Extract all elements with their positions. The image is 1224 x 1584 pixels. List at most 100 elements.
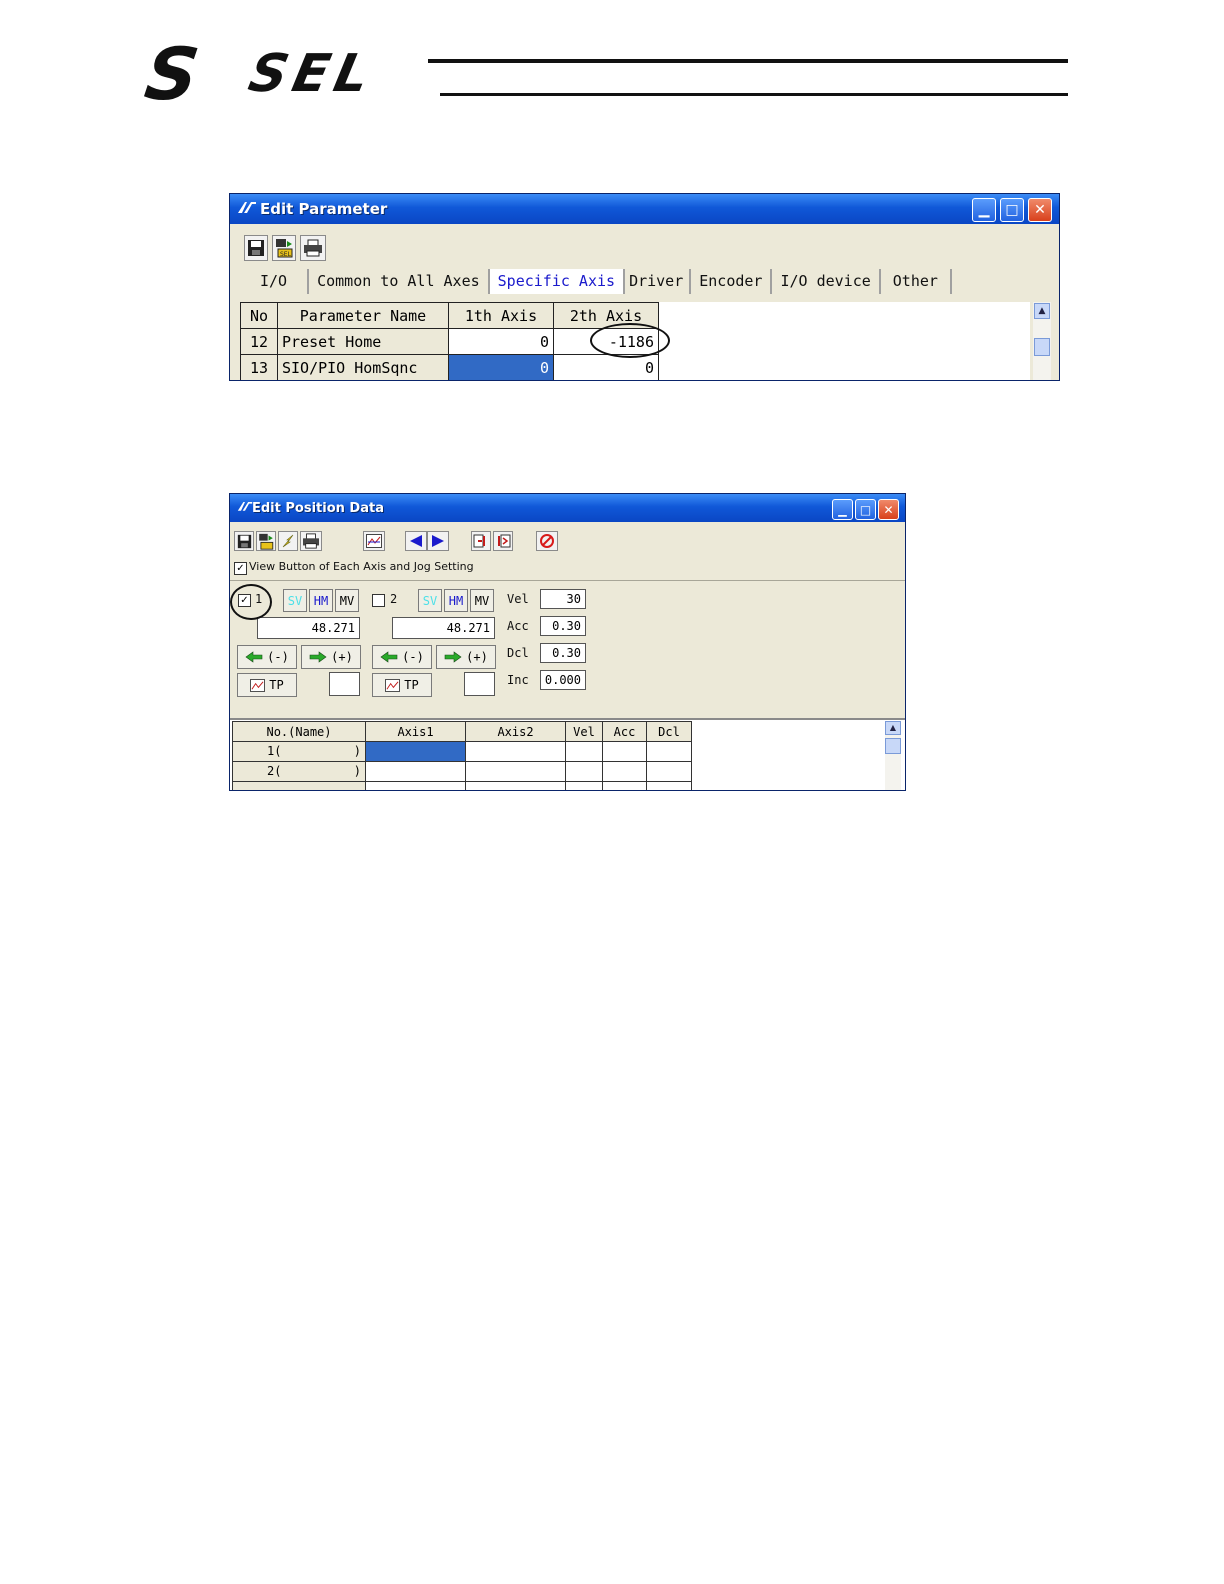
scroll-thumb[interactable] (885, 738, 901, 754)
axis1-jog-plus-button[interactable]: (+) (301, 645, 361, 669)
cell-acc[interactable] (602, 741, 647, 762)
servo-off-button[interactable] (493, 531, 513, 551)
sel-logo: S SEL (140, 32, 446, 116)
axis1-mv-button[interactable]: MV (335, 589, 359, 612)
view-buttons-checkbox[interactable]: ✓ (234, 562, 247, 575)
acc-label: Acc (507, 619, 529, 633)
cell-vel[interactable] (565, 781, 603, 790)
edit-position-data-window: Edit Position Data ▁ □ ✕ ✓ View Button o… (229, 493, 906, 791)
sel-transfer-button[interactable] (256, 531, 276, 551)
vertical-scrollbar[interactable]: ▲ (1033, 302, 1051, 380)
inc-field[interactable]: 0.000 (540, 670, 586, 690)
tab-io-device[interactable]: I/O device (772, 269, 881, 294)
cell-axis1[interactable] (365, 761, 466, 782)
save-button[interactable] (244, 235, 268, 261)
axis1-hm-button[interactable]: HM (309, 589, 333, 612)
table-row (232, 781, 692, 790)
graph-button[interactable] (363, 531, 385, 551)
axis2-tp-label: TP (404, 678, 419, 692)
cell-axis1[interactable]: 0 (448, 328, 554, 355)
sel-transfer-icon: SEL (276, 239, 293, 258)
table-row: 2() (232, 761, 692, 782)
row-name: SIO/PIO HomSqnc (277, 354, 449, 380)
divider (230, 580, 905, 581)
axis1-position-field[interactable]: 48.271 (257, 617, 360, 639)
cell-acc[interactable] (602, 781, 647, 790)
axis2-jog-plus-button[interactable]: (+) (436, 645, 496, 669)
axis1-tp-button[interactable]: TP (237, 673, 297, 697)
cell-axis2[interactable]: 0 (553, 354, 659, 380)
cell-axis2[interactable] (465, 781, 566, 790)
acc-field[interactable]: 0.30 (540, 616, 586, 636)
cell-vel[interactable] (565, 741, 603, 762)
scroll-up-icon[interactable]: ▲ (885, 721, 901, 735)
cell-axis1[interactable] (365, 781, 466, 790)
tab-specific-axis[interactable]: Specific Axis (489, 269, 626, 294)
cell-dcl[interactable] (646, 741, 692, 762)
tab-common-to-all-axes[interactable]: Common to All Axes (309, 269, 490, 294)
tab-encoder[interactable]: Encoder (691, 269, 773, 294)
cell-axis2[interactable] (465, 741, 566, 762)
position-grid: No.(Name) Axis1 Axis2 Vel Acc Dcl 1() 2(… (230, 718, 905, 790)
scroll-thumb[interactable] (1034, 338, 1050, 356)
cell-vel[interactable] (565, 761, 603, 782)
vertical-scrollbar[interactable]: ▲ (885, 721, 901, 790)
close-button[interactable]: ✕ (878, 499, 899, 520)
axis2-sv-button[interactable]: SV (418, 589, 442, 612)
maximize-button[interactable]: □ (855, 499, 876, 520)
tab-driver[interactable]: Driver (625, 269, 692, 294)
axis1-tp-field[interactable] (329, 672, 360, 696)
dcl-field[interactable]: 0.30 (540, 643, 586, 663)
save-button[interactable] (234, 531, 254, 551)
grid-header-row: No.(Name) Axis1 Axis2 Vel Acc Dcl (232, 721, 692, 742)
graph-icon (250, 678, 266, 692)
axis1-sv-button[interactable]: SV (283, 589, 307, 612)
axis2-tp-field[interactable] (464, 672, 495, 696)
maximize-button[interactable]: □ (1000, 198, 1024, 222)
print-icon (304, 239, 322, 257)
axis2-mv-button[interactable]: MV (470, 589, 494, 612)
highlight-oval (230, 584, 272, 620)
cell-dcl[interactable] (646, 761, 692, 782)
print-button[interactable] (300, 235, 326, 261)
save-icon (237, 534, 251, 548)
sel-transfer-button[interactable]: SEL (272, 235, 296, 261)
tab-io[interactable]: I/O (240, 269, 310, 294)
scroll-up-icon[interactable]: ▲ (1034, 303, 1050, 319)
cell-axis1-selected[interactable]: 0 (448, 354, 554, 380)
svg-text:SEL: SEL (280, 251, 292, 258)
next-button[interactable] (427, 531, 449, 551)
cell-dcl[interactable] (646, 781, 692, 790)
title-bar: Edit Position Data ▁ □ ✕ (230, 494, 905, 522)
axis2-position-field[interactable]: 48.271 (392, 617, 495, 639)
cell-acc[interactable] (602, 761, 647, 782)
row-name-close: ) (353, 764, 361, 778)
tab-other[interactable]: Other (881, 269, 952, 294)
cell-axis1-selected[interactable] (365, 741, 466, 762)
minimize-button[interactable]: ▁ (832, 499, 853, 520)
run-button[interactable] (278, 531, 298, 551)
close-icon: ✕ (883, 502, 894, 517)
sel-transfer-icon (259, 533, 274, 550)
grid-header-row: No Parameter Name 1th Axis 2th Axis (240, 302, 659, 329)
vel-field[interactable]: 30 (540, 589, 586, 609)
window-title: Edit Parameter (260, 200, 388, 218)
cell-axis2[interactable] (465, 761, 566, 782)
axis1-jog-minus-button[interactable]: (-) (237, 645, 297, 669)
axis2-hm-button[interactable]: HM (444, 589, 468, 612)
axis2-jog-plus-label: (+) (466, 650, 488, 664)
col-no-name: No.(Name) (232, 721, 366, 742)
servo-on-button[interactable] (471, 531, 491, 551)
servo-on-icon (473, 534, 485, 548)
row-no-name (232, 781, 366, 790)
row-no-name: 2() (232, 761, 366, 782)
stop-button[interactable] (536, 531, 558, 551)
axis2-checkbox[interactable] (372, 594, 385, 607)
print-button[interactable] (300, 531, 322, 551)
logo-sel: SEL (243, 44, 381, 104)
previous-button[interactable] (405, 531, 427, 551)
minimize-button[interactable]: ▁ (972, 198, 996, 222)
axis2-tp-button[interactable]: TP (372, 673, 432, 697)
axis2-jog-minus-button[interactable]: (-) (372, 645, 432, 669)
close-button[interactable]: ✕ (1028, 198, 1052, 222)
